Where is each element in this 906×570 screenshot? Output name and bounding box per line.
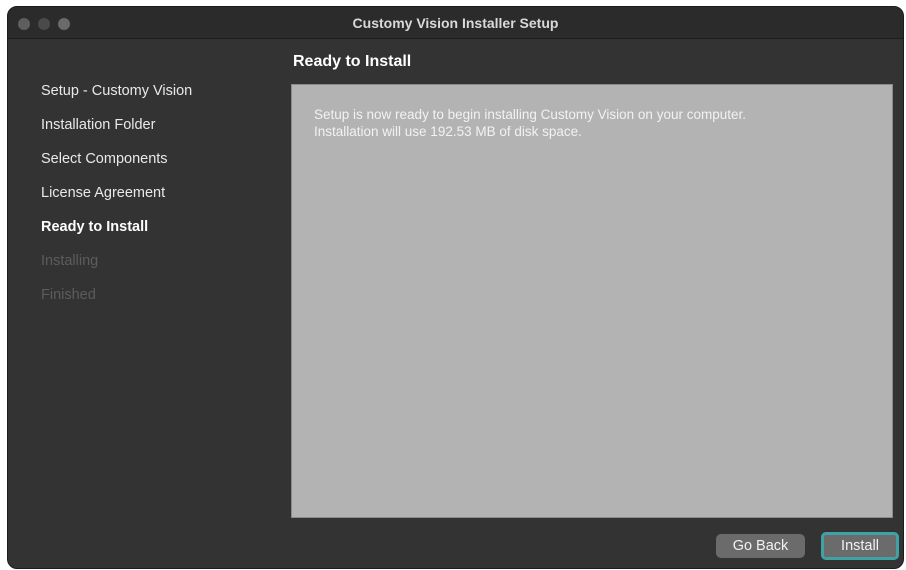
step-installing: Installing [41,253,99,269]
install-button[interactable]: Install [821,532,899,560]
title-bar[interactable]: Customy Vision Installer Setup [8,7,903,39]
ready-message-line-2: Installation will use 192.53 MB of disk … [314,124,582,139]
content-panel: Setup is now ready to begin installing C… [291,84,893,518]
step-finished: Finished [41,287,96,303]
install-button-label: Install [824,535,896,557]
step-installation-folder: Installation Folder [41,117,156,133]
window-title: Customy Vision Installer Setup [352,15,559,31]
ready-message-line-1: Setup is now ready to begin installing C… [314,107,746,122]
installer-window: Customy Vision Installer Setup Setup - C… [7,6,904,569]
step-ready-to-install: Ready to Install [41,219,149,235]
steps-sidebar: Setup - Customy Vision Installation Fold… [8,39,283,568]
step-setup: Setup - Customy Vision [41,83,193,99]
step-license-agreement: License Agreement [41,185,166,201]
step-select-components: Select Components [41,151,168,167]
page-title: Ready to Install [293,53,412,70]
go-back-button[interactable]: Go Back [716,534,805,558]
